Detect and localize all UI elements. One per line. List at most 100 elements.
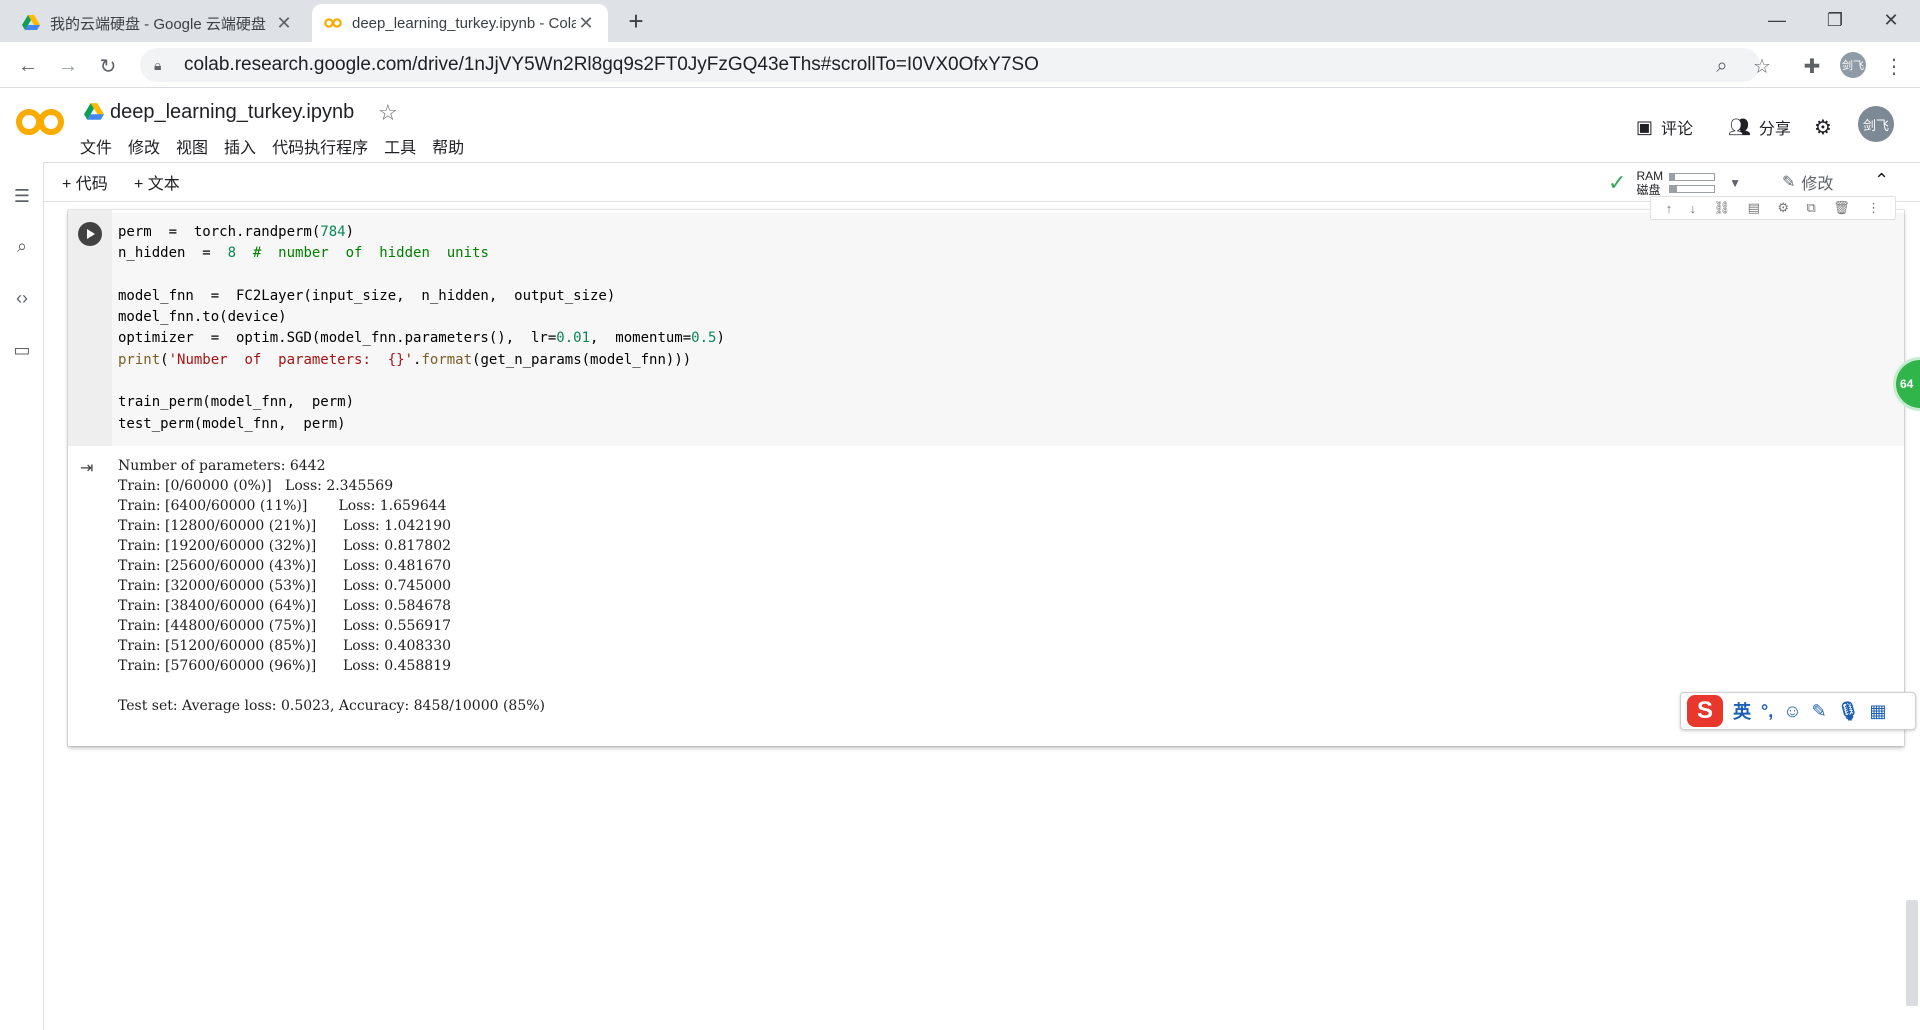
tab-title: 我的云端硬盘 - Google 云端硬盘 xyxy=(50,15,266,33)
reload-icon[interactable]: ↻ xyxy=(92,50,124,82)
menu-file[interactable]: 文件 xyxy=(80,134,112,157)
output-line: Train: [51200/60000 (85%)] Loss: 0.40833… xyxy=(118,638,452,654)
output-line: Number of parameters: 6442 xyxy=(118,458,326,474)
output-line: Train: [38400/60000 (64%)] Loss: 0.58467… xyxy=(118,598,452,614)
url-text: colab.research.google.com/drive/1nJjVY5W… xyxy=(184,54,1039,75)
ram-usage-bar xyxy=(1669,173,1716,181)
code-line: test_perm(model_fnn, perm) xyxy=(118,415,346,432)
output-line: Train: [25600/60000 (43%)] Loss: 0.48167… xyxy=(118,558,452,574)
link-icon[interactable]: ⛓ xyxy=(1714,200,1731,216)
sogou-logo-icon[interactable]: S xyxy=(1687,695,1723,727)
ime-toolbar[interactable]: S 英 °, ☺ ✎ 🎙︎ ▦ xyxy=(1680,692,1916,730)
move-down-icon[interactable]: ↓ xyxy=(1690,201,1697,216)
menu-tools[interactable]: 工具 xyxy=(384,134,416,157)
output-line: Test set: Average loss: 0.5023, Accuracy… xyxy=(118,698,545,714)
lock-icon: 🔒︎ xyxy=(154,56,162,73)
tab-title: deep_learning_turkey.ipynb - Colaborator… xyxy=(352,14,576,32)
add-code-button[interactable]: + 代码 xyxy=(62,170,108,194)
google-drive-icon xyxy=(84,103,104,121)
connected-check-icon: ✓ xyxy=(1608,170,1627,195)
pen-icon[interactable]: ✎ xyxy=(1812,701,1827,722)
settings-gear-icon[interactable]: ⚙ xyxy=(1777,200,1789,216)
edit-label: 修改 xyxy=(1801,176,1834,193)
code-snippets-icon[interactable]: ‹› xyxy=(10,286,34,310)
notebook-title-text: deep_learning_turkey.ipynb xyxy=(110,100,355,123)
star-notebook-icon[interactable]: ☆ xyxy=(378,100,398,126)
google-drive-icon xyxy=(22,14,40,32)
chevron-down-icon[interactable]: ▼ xyxy=(1729,176,1741,190)
code-line: optimizer = optim.SGD(model_fnn.paramete… xyxy=(118,330,725,347)
tab-google-drive[interactable]: 我的云端硬盘 - Google 云端硬盘 ✕ xyxy=(10,4,306,42)
grid-apps-icon[interactable]: ▦ xyxy=(1870,701,1887,722)
restore-icon[interactable]: ❐ xyxy=(1806,0,1864,40)
minimize-icon[interactable]: — xyxy=(1748,0,1806,40)
menu-bar: 文件 修改 视图 插入 代码执行程序 工具 帮助 xyxy=(80,134,480,157)
ime-language-toggle[interactable]: 英 xyxy=(1733,698,1751,724)
notebook-title[interactable]: deep_learning_turkey.ipynb xyxy=(84,98,354,126)
close-window-icon[interactable]: ✕ xyxy=(1862,0,1920,40)
output-line: Train: [57600/60000 (96%)] Loss: 0.45881… xyxy=(118,658,452,674)
output-line: Train: [32000/60000 (53%)] Loss: 0.74500… xyxy=(118,578,452,594)
settings-gear-icon[interactable]: ⚙ xyxy=(1814,114,1832,140)
move-up-icon[interactable]: ↑ xyxy=(1666,201,1673,216)
menu-insert[interactable]: 插入 xyxy=(224,134,256,157)
people-icon: 👥︎ xyxy=(1728,116,1751,137)
files-folder-icon[interactable]: ▭ xyxy=(10,338,34,362)
output-line: Train: [6400/60000 (11%)] Loss: 1.659644 xyxy=(118,498,447,514)
microphone-icon[interactable]: 🎙︎ xyxy=(1837,701,1860,722)
output-line: Train: [44800/60000 (75%)] Loss: 0.55691… xyxy=(118,618,452,634)
cell-output: Number of parameters: 6442 Train: [0/6000… xyxy=(118,456,545,716)
comment-icon: ▣ xyxy=(1636,116,1654,137)
colab-logo-icon[interactable] xyxy=(16,106,64,138)
vertical-scrollbar[interactable] xyxy=(1906,900,1918,1006)
more-menu-icon[interactable]: ⋮ xyxy=(1880,52,1908,80)
new-tab-button[interactable]: + xyxy=(620,6,652,38)
code-text[interactable]: perm = torch.randperm(784) n_hidden = 8 #… xyxy=(118,222,725,435)
close-tab-icon[interactable]: ✕ xyxy=(274,13,294,34)
menu-view[interactable]: 视图 xyxy=(176,134,208,157)
comment-icon[interactable]: ▤ xyxy=(1748,200,1760,216)
more-options-icon[interactable]: ⋮ xyxy=(1867,200,1880,216)
output-icon[interactable]: ⇥ xyxy=(80,458,100,478)
tab-colab[interactable]: deep_learning_turkey.ipynb - Colaborator… xyxy=(312,4,608,42)
delete-icon[interactable]: 🗑︎ xyxy=(1833,200,1850,216)
edit-button[interactable]: ✎ 修改 xyxy=(1782,170,1833,194)
address-bar[interactable]: 🔒︎ colab.research.google.com/drive/1nJjV… xyxy=(140,48,1760,82)
menu-runtime[interactable]: 代码执行程序 xyxy=(272,134,368,157)
user-avatar[interactable]: 剑飞 xyxy=(1858,106,1894,142)
disk-usage-bar xyxy=(1669,185,1716,193)
output-line: Train: [19200/60000 (32%)] Loss: 0.81780… xyxy=(118,538,452,554)
run-cell-button[interactable] xyxy=(78,222,102,246)
table-of-contents-icon[interactable]: ☰ xyxy=(10,184,34,208)
collapse-header-icon[interactable]: ⌃ xyxy=(1874,170,1889,191)
add-text-button[interactable]: + 文本 xyxy=(134,170,180,194)
runtime-resources[interactable]: ✓ RAM 磁盘 ▼ xyxy=(1608,168,1741,198)
share-button[interactable]: 👥︎ 分享 xyxy=(1728,114,1791,140)
pencil-icon: ✎ xyxy=(1782,174,1796,191)
mirror-cell-icon[interactable]: ⧉ xyxy=(1806,200,1815,216)
code-line: model_fnn.to(device) xyxy=(118,309,287,326)
code-line: n_hidden = 8 # number of hidden units xyxy=(118,245,489,262)
forward-icon[interactable]: → xyxy=(52,50,84,82)
ime-punctuation-toggle[interactable]: °, xyxy=(1761,701,1773,722)
output-line: Train: [12800/60000 (21%)] Loss: 1.04219… xyxy=(118,518,452,534)
close-tab-icon[interactable]: ✕ xyxy=(576,13,596,34)
extensions-icon[interactable]: ✚ xyxy=(1798,52,1826,80)
profile-avatar[interactable]: 剑飞 xyxy=(1840,52,1866,78)
disk-label: 磁盘 xyxy=(1636,183,1661,197)
zoom-icon[interactable]: ⌕ xyxy=(1708,52,1736,80)
code-line: perm = torch.randperm(784) xyxy=(118,224,355,240)
comment-button[interactable]: ▣ 评论 xyxy=(1636,114,1693,140)
emoji-icon[interactable]: ☺ xyxy=(1783,701,1801,722)
back-icon[interactable]: ← xyxy=(12,50,44,82)
menu-help[interactable]: 帮助 xyxy=(432,134,464,157)
share-label: 分享 xyxy=(1758,121,1791,138)
search-icon[interactable]: ⌕ xyxy=(10,234,34,258)
code-line: train_perm(model_fnn, perm) xyxy=(118,394,355,411)
bookmark-star-icon[interactable]: ☆ xyxy=(1748,52,1776,80)
colab-icon xyxy=(324,14,342,32)
menu-edit[interactable]: 修改 xyxy=(128,134,160,157)
